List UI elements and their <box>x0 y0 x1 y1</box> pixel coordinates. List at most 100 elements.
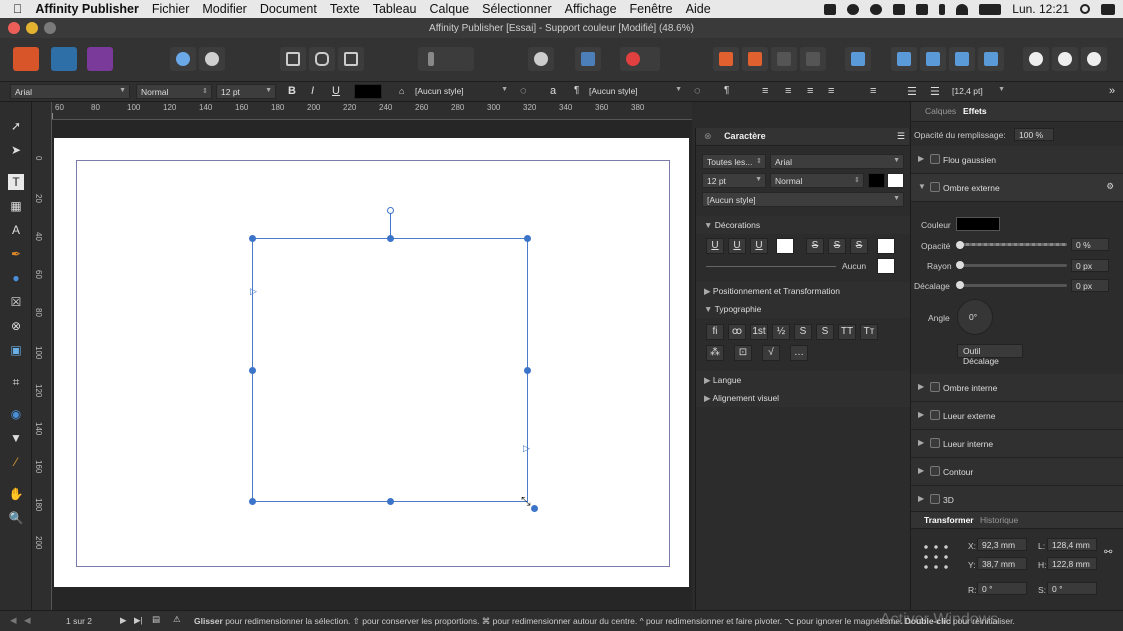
ligatures-button[interactable]: fi <box>706 324 724 340</box>
align-left-icon[interactable]: ≡ <box>762 85 768 97</box>
underline-color-swatch[interactable] <box>776 238 794 254</box>
boolean-intersect-icon[interactable] <box>1081 47 1107 71</box>
resize-handle-top-left[interactable] <box>249 235 256 242</box>
shadow-color-swatch[interactable] <box>956 217 1000 231</box>
effect-checkbox[interactable] <box>930 494 940 504</box>
bold-button[interactable]: B <box>288 85 296 97</box>
effect-3d[interactable]: ▶ 3D <box>911 486 1123 514</box>
align-right-icon[interactable]: ≡ <box>807 85 813 97</box>
paragraph-button[interactable]: ¶ <box>724 85 729 96</box>
positioning-section[interactable]: ▶ Positionnement et Transformation <box>696 282 910 300</box>
anchor-point-grid[interactable] <box>921 542 951 572</box>
notification-center-icon[interactable] <box>1101 3 1115 15</box>
tab-effets[interactable]: Effets <box>963 106 987 116</box>
custom-underline-deco-button[interactable]: U <box>750 238 768 254</box>
panel-menu-icon[interactable]: ☰ <box>897 131 905 142</box>
offset-tool-button[interactable]: Outil Décalage <box>957 344 1023 366</box>
all-caps-button[interactable]: TT <box>838 324 856 340</box>
next-page-icon[interactable]: ▶ <box>120 615 127 626</box>
effect-checkbox[interactable] <box>930 438 940 448</box>
superscript-button[interactable]: S <box>794 324 812 340</box>
dropbox-icon[interactable] <box>916 3 929 15</box>
italic-button[interactable]: I <box>311 85 314 97</box>
text-color-swatch[interactable] <box>354 84 382 99</box>
resize-handle-bottom[interactable] <box>387 498 394 505</box>
resize-handle-bottom-left[interactable] <box>249 498 256 505</box>
double-underline-deco-button[interactable]: U <box>728 238 746 254</box>
fill-opacity-input[interactable]: 100 % <box>1014 128 1054 141</box>
pen-tool-icon[interactable]: ✒ <box>8 246 24 262</box>
decorations-section[interactable]: ▼ Décorations <box>696 216 910 234</box>
close-panel-icon[interactable]: ⊗ <box>704 131 712 141</box>
flip-horizontal-icon[interactable] <box>891 47 917 71</box>
page-indicator[interactable]: 1 sur 2 <box>66 616 92 626</box>
app-status-icon[interactable] <box>893 3 906 15</box>
tab-historique[interactable]: Historique <box>980 515 1018 525</box>
creative-cloud-icon[interactable] <box>870 3 883 15</box>
clock[interactable]: Lun. 12:21 <box>1012 2 1069 16</box>
picture-frame-tool-icon[interactable]: ▣ <box>8 342 24 358</box>
color-picker-tool-icon[interactable]: ⁄ <box>8 454 24 470</box>
numbered-list-icon[interactable]: ☰ <box>930 85 940 98</box>
resize-handle-bottom-right[interactable] <box>531 505 538 512</box>
strike-color-swatch[interactable] <box>877 238 895 254</box>
typo-extra-button[interactable]: ⁂ <box>706 345 724 361</box>
more-options-icon[interactable]: » <box>1109 85 1115 97</box>
move-to-back-icon[interactable] <box>713 47 739 71</box>
move-to-front-icon[interactable] <box>800 47 826 71</box>
move-forward-icon[interactable] <box>771 47 797 71</box>
paragraph-style-select[interactable]: [Aucun style] ▼ <box>411 84 511 99</box>
bluetooth-icon[interactable] <box>939 3 946 15</box>
tab-calques[interactable]: Calques <box>925 106 956 116</box>
font-size-select[interactable]: 12 pt ▼ <box>216 84 276 99</box>
menu-fichier[interactable]: Fichier <box>152 2 190 16</box>
shadow-opacity-slider[interactable] <box>957 243 1067 246</box>
cloud-icon[interactable] <box>847 3 860 15</box>
character-fill-swatch[interactable] <box>868 173 885 188</box>
subscript-button[interactable]: S <box>816 324 834 340</box>
effect-checkbox[interactable] <box>930 410 940 420</box>
effect-checkbox[interactable] <box>930 154 940 164</box>
menu-tableau[interactable]: Tableau <box>373 2 417 16</box>
view-mode-icon[interactable] <box>280 47 306 71</box>
hand-tool-icon[interactable]: ✋ <box>8 486 24 502</box>
clear-char-style-icon[interactable]: ◌ <box>694 85 701 97</box>
character-weight-select[interactable]: Normal ⇕ <box>770 173 864 188</box>
shadow-opacity-input[interactable]: 0 % <box>1071 238 1109 251</box>
offset-input[interactable]: 0 px <box>1071 279 1109 292</box>
typo-extra-button[interactable]: √ <box>762 345 780 361</box>
prev-page-icon[interactable]: ◀ <box>10 615 17 626</box>
character-scope-select[interactable]: Toutes les... ⇕ <box>702 154 766 169</box>
zoom-window-button[interactable] <box>44 22 56 34</box>
typo-more-button[interactable]: … <box>790 345 808 361</box>
grid-icon[interactable] <box>575 47 601 71</box>
effect-checkbox[interactable] <box>930 466 940 476</box>
effect-ombre-interne[interactable]: ▶ Ombre interne <box>911 374 1123 402</box>
close-window-button[interactable] <box>8 22 20 34</box>
font-weight-select[interactable]: Normal ⇕ <box>136 84 212 99</box>
discretionary-ligatures-button[interactable]: ꝏ <box>728 324 746 340</box>
effect-checkbox[interactable] <box>930 182 940 192</box>
move-backward-icon[interactable] <box>742 47 768 71</box>
slider-knob[interactable] <box>956 261 964 269</box>
gear-icon[interactable]: ⚙ <box>1106 181 1114 192</box>
battery-icon[interactable] <box>979 3 1002 15</box>
boolean-subtract-icon[interactable] <box>1052 47 1078 71</box>
node-tool-icon[interactable]: ➤ <box>8 142 24 158</box>
menu-affichage[interactable]: Affichage <box>565 2 617 16</box>
radius-input[interactable]: 0 px <box>1071 259 1109 272</box>
minimize-window-button[interactable] <box>26 22 38 34</box>
typography-section[interactable]: ▼ Typographie <box>696 300 910 318</box>
y-position-input[interactable]: 38,7 mm <box>977 557 1027 570</box>
resize-handle-right[interactable] <box>524 367 531 374</box>
effect-contour[interactable]: ▶ Contour <box>911 458 1123 486</box>
menu-document[interactable]: Document <box>260 2 317 16</box>
search-icon[interactable] <box>1080 4 1090 14</box>
slider-knob[interactable] <box>956 241 964 249</box>
menu-texte[interactable]: Texte <box>330 2 360 16</box>
leading-select[interactable]: [12,4 pt] ▼ <box>948 84 1008 99</box>
character-style-select[interactable]: [Aucun style] ▼ <box>585 84 685 99</box>
screen-record-icon[interactable] <box>824 3 837 15</box>
menu-selectionner[interactable]: Sélectionner <box>482 2 552 16</box>
artistic-text-tool-icon[interactable]: A <box>8 222 24 238</box>
